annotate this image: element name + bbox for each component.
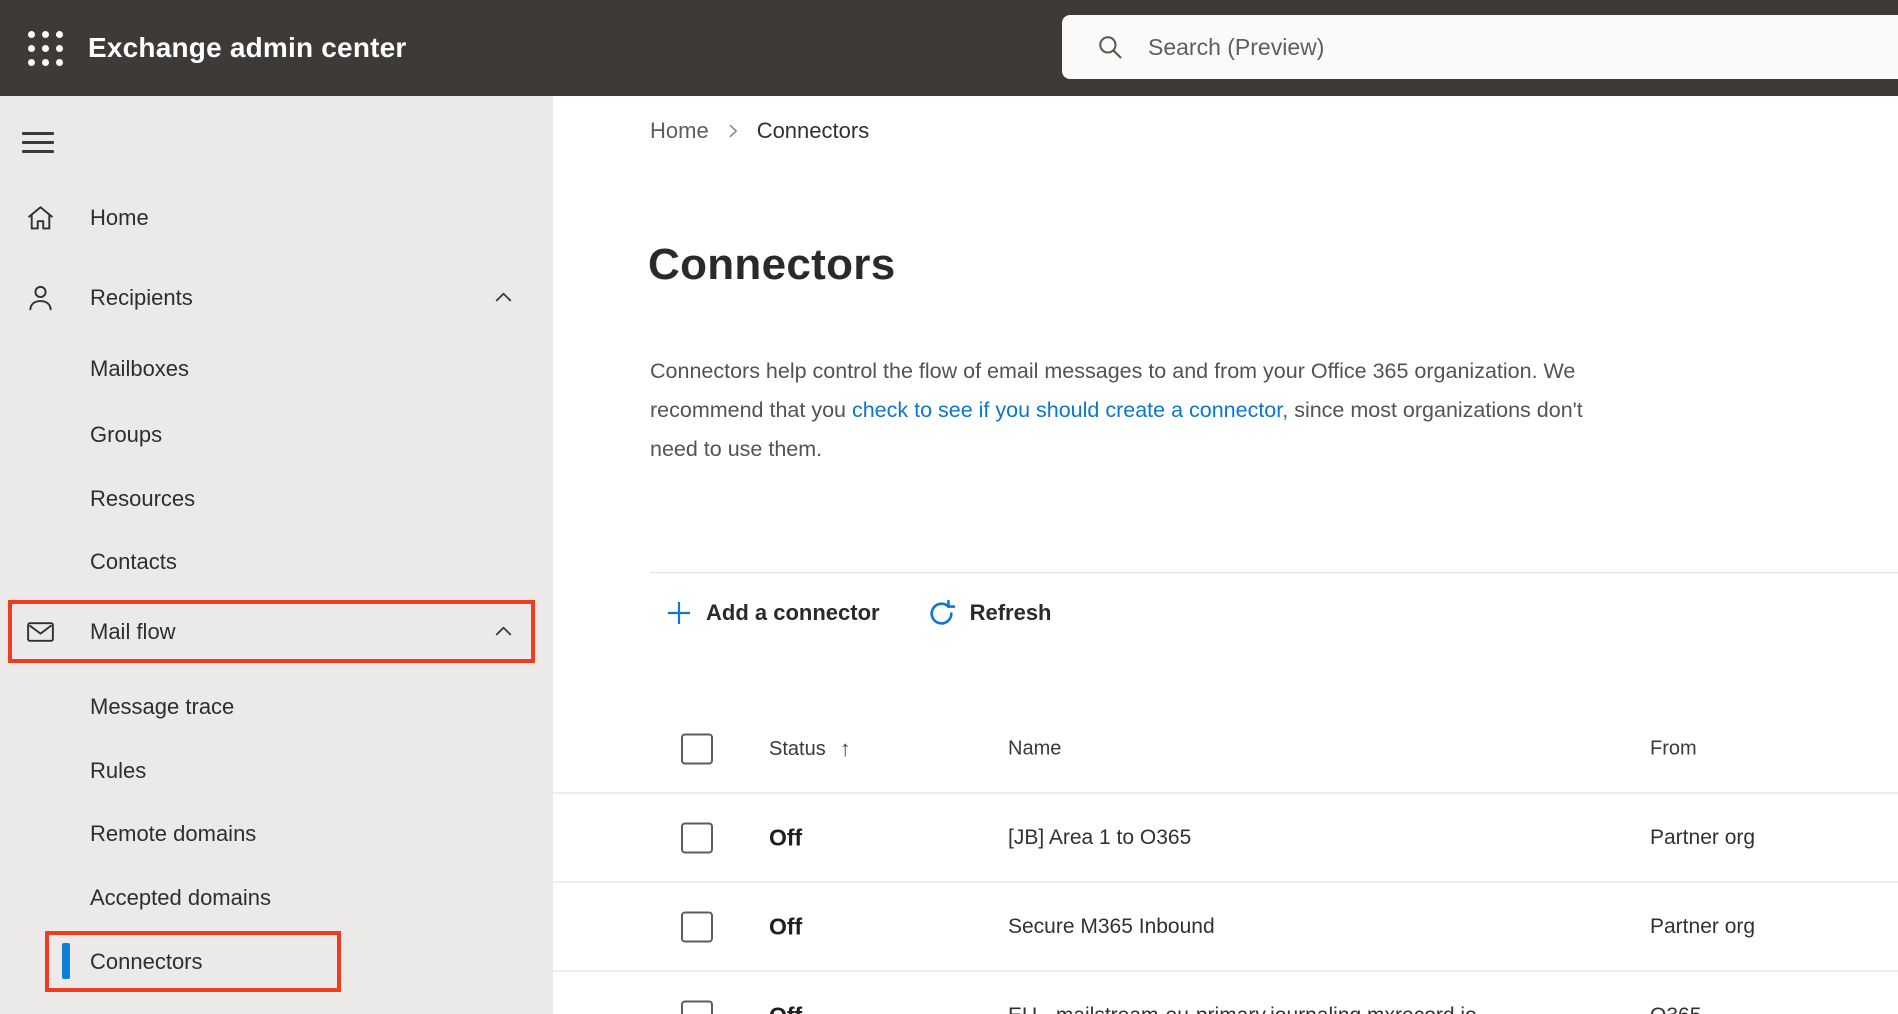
select-all-checkbox[interactable] (681, 733, 713, 765)
app-launcher-button[interactable] (12, 0, 78, 96)
sidebar-item-recipients[interactable]: Recipients (0, 266, 553, 330)
sidebar-item-mail-flow[interactable]: Mail flow (0, 601, 553, 663)
search-icon (1099, 36, 1122, 59)
chevron-up-icon (495, 626, 512, 636)
search-input[interactable] (1146, 32, 1850, 62)
sidebar-item-groups[interactable]: Groups (0, 403, 553, 467)
sidebar-item-mailboxes[interactable]: Mailboxes (0, 337, 553, 401)
row-connector-name[interactable]: Secure M365 Inbound (1008, 915, 1215, 939)
row-checkbox[interactable] (681, 822, 713, 853)
description-line2-before: recommend that you (650, 398, 852, 422)
row-status: Off (769, 1002, 802, 1014)
row-checkbox[interactable] (681, 911, 713, 942)
sidebar-item-remote-domains[interactable]: Remote domains (0, 802, 553, 866)
column-header-from[interactable]: From (1650, 738, 1697, 761)
sidebar-item-connectors[interactable]: Connectors (0, 930, 553, 994)
toolbar: Add a connector Refresh (665, 586, 1052, 640)
breadcrumb-home-link[interactable]: Home (650, 118, 709, 144)
connectors-table: Status ↑ Name From Off [JB] Area 1 to O3… (553, 706, 1898, 1014)
exchange-admin-center-window: Exchange admin center Home Reci (0, 0, 1898, 1014)
row-connector-name[interactable]: EU - mailstream-eu-primary.journaling.mx… (1008, 1004, 1477, 1014)
search-box[interactable] (1062, 15, 1898, 79)
hamburger-menu-button[interactable] (22, 122, 66, 166)
row-from: Partner org (1650, 914, 1756, 938)
sidebar-item-label: Accepted domains (90, 885, 271, 910)
row-status: Off (769, 913, 803, 939)
chevron-up-icon (495, 292, 512, 302)
sidebar-item-label: Recipients (90, 285, 193, 310)
sidebar-item-label: Mail flow (90, 619, 176, 644)
description-line1: Connectors help control the flow of emai… (650, 359, 1576, 383)
row-status: Off (769, 824, 803, 850)
add-connector-label: Add a connector (706, 600, 880, 625)
sidebar-item-label: Contacts (90, 549, 177, 574)
mail-envelope-icon (27, 622, 54, 642)
table-row[interactable]: Off EU - mailstream-eu-primary.journalin… (553, 972, 1898, 1014)
sidebar-item-resources[interactable]: Resources (0, 467, 553, 531)
refresh-button[interactable]: Refresh (926, 598, 1052, 629)
sidebar-item-label: Mailboxes (90, 356, 190, 381)
sidebar-item-label: Remote domains (90, 821, 257, 846)
sidebar-item-accepted-domains[interactable]: Accepted domains (0, 866, 553, 930)
sidebar-item-message-trace[interactable]: Message trace (0, 675, 553, 739)
breadcrumb: Home Connectors (650, 116, 869, 146)
sidebar-item-label: Resources (90, 486, 196, 511)
person-icon (29, 285, 52, 311)
sidebar-item-label: Home (90, 205, 149, 230)
sidebar-item-label: Groups (90, 422, 163, 447)
plus-icon (668, 602, 690, 624)
sidebar-item-rules[interactable]: Rules (0, 739, 553, 803)
toolbar-divider (650, 572, 1898, 573)
home-icon (27, 206, 54, 230)
sidebar-item-label: Rules (90, 758, 147, 783)
column-header-status[interactable]: Status ↑ (769, 736, 851, 762)
column-header-name[interactable]: Name (1008, 738, 1061, 761)
refresh-label: Refresh (969, 600, 1052, 625)
main-content: Home Connectors Connectors Connectors he… (553, 96, 1898, 1014)
sidebar-item-label: Message trace (90, 694, 235, 719)
chevron-right-icon (729, 124, 737, 138)
app-title: Exchange admin center (88, 32, 407, 63)
description-line3: need to use them. (650, 437, 823, 461)
page-title: Connectors (648, 240, 896, 289)
row-from: O365 (1650, 1004, 1701, 1014)
sort-ascending-arrow-icon: ↑ (839, 736, 851, 761)
table-row[interactable]: Off Secure M365 Inbound Partner org (553, 883, 1898, 972)
breadcrumb-current: Connectors (756, 118, 870, 143)
sidebar-nav: Home Recipients Mailboxes Groups Resourc… (0, 96, 553, 1014)
app-launcher-icon (27, 30, 63, 66)
table-header-row: Status ↑ Name From (553, 706, 1898, 794)
row-from: Partner org (1650, 825, 1756, 849)
create-connector-check-link[interactable]: check to see if you should create a conn… (852, 398, 1288, 422)
sidebar-item-contacts[interactable]: Contacts (0, 530, 553, 594)
table-row[interactable]: Off [JB] Area 1 to O365 Partner org (553, 794, 1898, 883)
add-connector-button[interactable]: Add a connector (665, 599, 880, 627)
page-description: Connectors help control the flow of emai… (650, 352, 1583, 469)
topbar: Exchange admin center (0, 0, 1898, 96)
sidebar-item-home[interactable]: Home (0, 186, 553, 250)
row-connector-name[interactable]: [JB] Area 1 to O365 (1008, 826, 1191, 850)
row-checkbox[interactable] (681, 1000, 713, 1014)
description-line2-after: since most organizations don't (1288, 398, 1583, 422)
refresh-icon (929, 599, 955, 625)
selected-item-indicator (62, 943, 70, 979)
sidebar-item-label: Connectors (90, 949, 203, 974)
